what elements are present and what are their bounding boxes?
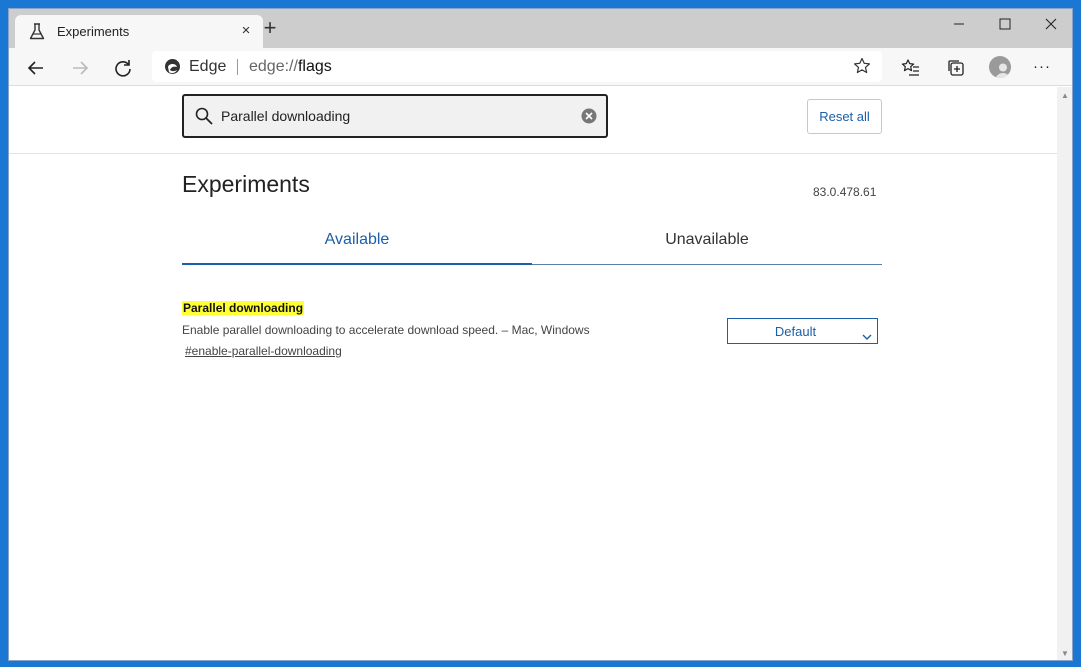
experiment-state-select[interactable]: Default	[727, 318, 878, 344]
experiment-anchor-link[interactable]: #enable-parallel-downloading	[185, 344, 342, 358]
tab-title: Experiments	[57, 24, 130, 39]
flask-icon	[29, 23, 45, 40]
address-url[interactable]: edge://flags	[249, 58, 332, 76]
minimize-button[interactable]	[936, 9, 982, 39]
search-value: Parallel downloading	[221, 108, 351, 124]
version-label: 83.0.478.61	[813, 185, 877, 199]
tab-experiments[interactable]: Experiments ×	[15, 15, 263, 48]
collections-button[interactable]	[943, 55, 969, 81]
close-tab-icon[interactable]: ×	[237, 22, 255, 40]
select-value: Default	[774, 324, 817, 339]
back-arrow-icon	[27, 61, 43, 75]
new-tab-icon[interactable]: +	[259, 17, 281, 39]
tab-strip: Experiments × +	[9, 9, 1072, 48]
close-window-button[interactable]	[1028, 9, 1072, 39]
address-label: Edge	[189, 58, 227, 75]
experiment-name: Parallel downloading	[182, 301, 305, 315]
page-content: Parallel downloading Reset all Experimen…	[9, 87, 1057, 660]
forward-arrow-icon	[73, 61, 89, 75]
reload-button[interactable]	[110, 55, 136, 81]
clear-icon[interactable]	[581, 108, 597, 129]
more-icon: ···	[1033, 58, 1051, 75]
reset-all-button[interactable]: Reset all	[807, 99, 882, 134]
tab-unavailable[interactable]: Unavailable	[532, 225, 882, 265]
chevron-down-icon	[862, 328, 872, 346]
star-icon[interactable]	[853, 57, 871, 75]
address-separator	[237, 59, 238, 75]
scroll-down-icon[interactable]: ▼	[1061, 649, 1069, 658]
search-header: Parallel downloading Reset all	[9, 87, 1057, 154]
favorites-icon	[901, 59, 919, 76]
search-icon	[195, 107, 213, 130]
forward-button[interactable]	[67, 55, 93, 81]
more-button[interactable]: ···	[1032, 55, 1058, 81]
maximize-button[interactable]	[982, 9, 1028, 39]
page-tabs: Available Unavailable	[182, 225, 882, 265]
reload-icon	[115, 60, 131, 77]
scroll-up-icon[interactable]: ▲	[1061, 91, 1069, 100]
page-title: Experiments	[182, 171, 310, 197]
edge-logo-icon	[164, 58, 181, 75]
url-prefix: edge://	[249, 58, 298, 75]
favorites-button[interactable]	[898, 55, 924, 81]
back-button[interactable]	[23, 55, 49, 81]
experiment-description: Enable parallel downloading to accelerat…	[182, 323, 590, 337]
address-bar[interactable]: Edge edge://flags	[152, 51, 882, 82]
url-path: flags	[297, 58, 332, 75]
collections-icon	[948, 60, 964, 76]
profile-button[interactable]	[987, 55, 1013, 81]
toolbar: Edge edge://flags ···	[9, 48, 1072, 86]
avatar-icon	[989, 56, 1011, 78]
vertical-scrollbar[interactable]: ▲ ▼	[1057, 87, 1072, 660]
search-input[interactable]: Parallel downloading	[182, 94, 608, 138]
browser-window: Experiments × + Edge edge://flags ··· Pa…	[8, 8, 1073, 661]
tab-available[interactable]: Available	[182, 225, 532, 265]
